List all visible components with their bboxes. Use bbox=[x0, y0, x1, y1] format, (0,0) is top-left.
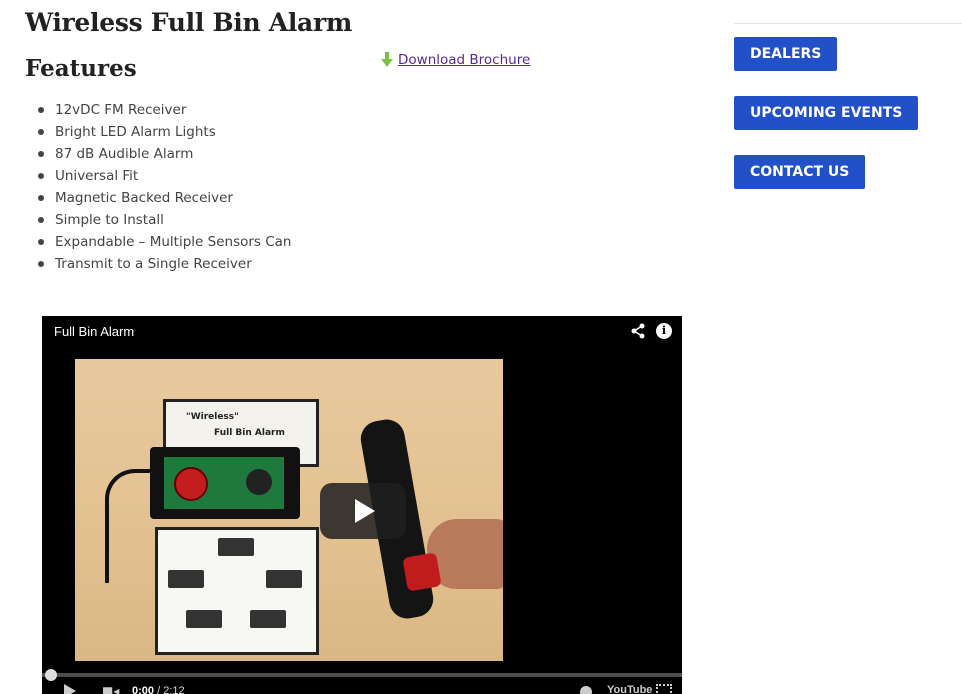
features-heading: Features bbox=[25, 55, 137, 82]
video-player[interactable]: Full Bin Alarm i "Wireless" Full Bin Ala… bbox=[42, 316, 682, 694]
diagram-node bbox=[250, 610, 286, 628]
youtube-logo[interactable]: YouTube bbox=[607, 684, 652, 694]
sensor-wand-tip-graphic bbox=[402, 552, 442, 592]
video-controls: ■◂ 0:00 / 2:12 YouTube bbox=[42, 680, 682, 694]
receiver-panel bbox=[164, 457, 284, 509]
time-display: 0:00 / 2:12 bbox=[132, 685, 185, 694]
sidebar: DEALERS UPCOMING EVENTS CONTACT US bbox=[734, 0, 962, 694]
feature-item: 12vDC FM Receiver bbox=[25, 99, 292, 121]
diagram-card-graphic bbox=[155, 527, 319, 655]
features-list: 12vDC FM Receiver Bright LED Alarm Light… bbox=[25, 99, 292, 275]
speaker-graphic bbox=[246, 469, 272, 495]
feature-item: Transmit to a Single Receiver bbox=[25, 253, 292, 275]
diagram-node bbox=[186, 610, 222, 628]
thumbnail-card-line2: Full Bin Alarm bbox=[214, 428, 285, 438]
page-title: Wireless Full Bin Alarm bbox=[25, 8, 352, 37]
current-time: 0:00 bbox=[132, 685, 155, 694]
thumbnail-card-line1: "Wireless" bbox=[186, 412, 239, 422]
diagram-node bbox=[266, 570, 302, 588]
feature-item: Expandable – Multiple Sensors Can bbox=[25, 231, 292, 253]
upcoming-events-button[interactable]: UPCOMING EVENTS bbox=[734, 96, 919, 130]
fullscreen-icon[interactable] bbox=[656, 684, 672, 694]
receiver-box-graphic bbox=[150, 447, 300, 519]
download-brochure-link[interactable]: Download Brochure bbox=[398, 52, 530, 68]
dealers-button[interactable]: DEALERS bbox=[734, 37, 838, 71]
control-info-icon[interactable] bbox=[580, 686, 592, 694]
red-alarm-light bbox=[174, 467, 208, 501]
page: Wireless Full Bin Alarm Features Downloa… bbox=[0, 0, 962, 694]
feature-item: Universal Fit bbox=[25, 165, 292, 187]
download-brochure[interactable]: Download Brochure bbox=[380, 52, 530, 68]
feature-item: Simple to Install bbox=[25, 209, 292, 231]
volume-icon[interactable]: ■◂ bbox=[102, 684, 119, 694]
feature-item: 87 dB Audible Alarm bbox=[25, 143, 292, 165]
contact-us-button[interactable]: CONTACT US bbox=[734, 155, 866, 189]
diagram-node bbox=[168, 570, 204, 588]
play-icon[interactable] bbox=[320, 483, 406, 539]
feature-item: Bright LED Alarm Lights bbox=[25, 121, 292, 143]
duration: 2:12 bbox=[163, 685, 185, 694]
share-icon[interactable] bbox=[630, 323, 646, 339]
video-thumbnail[interactable]: "Wireless" Full Bin Alarm bbox=[75, 359, 503, 661]
download-arrow-icon bbox=[381, 52, 393, 67]
info-icon[interactable]: i bbox=[656, 323, 672, 339]
feature-item: Magnetic Backed Receiver bbox=[25, 187, 292, 209]
progress-bar[interactable] bbox=[42, 673, 682, 677]
sidebar-divider bbox=[734, 23, 962, 24]
video-title[interactable]: Full Bin Alarm bbox=[54, 324, 134, 339]
control-play-icon[interactable] bbox=[64, 684, 76, 694]
diagram-node bbox=[218, 538, 254, 556]
